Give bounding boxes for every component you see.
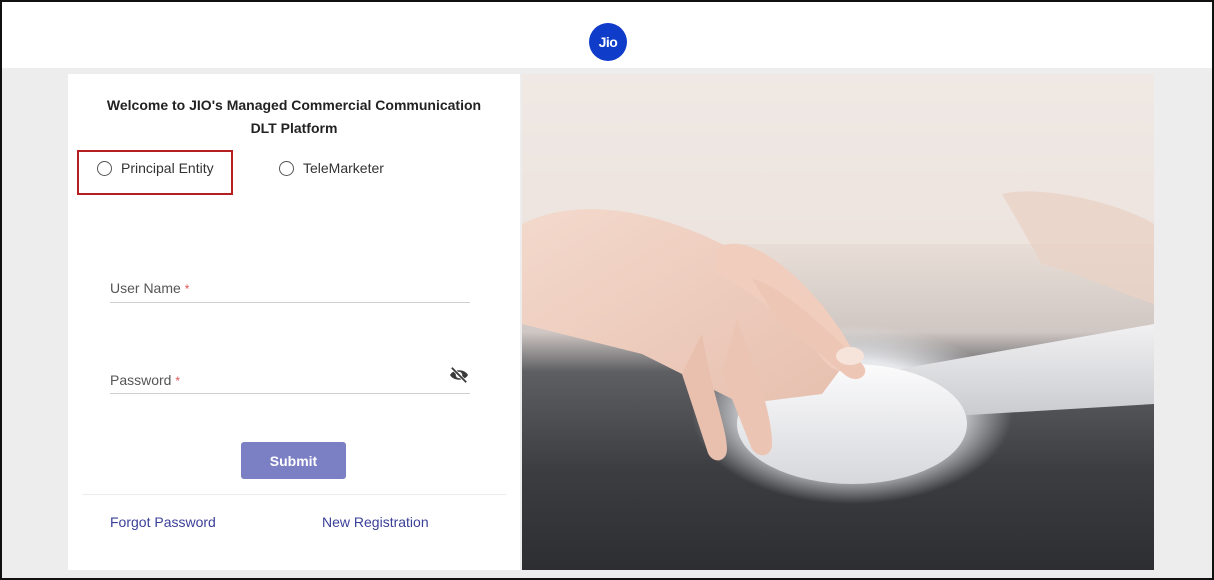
- welcome-heading: Welcome to JIO's Managed Commercial Comm…: [78, 94, 510, 140]
- divider: [82, 494, 506, 495]
- new-registration-link[interactable]: New Registration: [322, 514, 429, 530]
- eye-slash-icon[interactable]: [448, 366, 470, 384]
- username-label: User Name *: [110, 280, 190, 296]
- radio-circle-icon[interactable]: [279, 160, 294, 176]
- radio-label-telemarketer: TeleMarketer: [303, 160, 384, 176]
- top-bar: Jio: [2, 2, 1212, 68]
- radio-circle-icon[interactable]: [97, 160, 112, 176]
- password-field[interactable]: Password *: [110, 366, 470, 394]
- password-label: Password *: [110, 372, 181, 388]
- welcome-line-2: DLT Platform: [250, 120, 338, 136]
- radio-principal-entity[interactable]: Principal Entity: [97, 160, 214, 176]
- radio-telemarketer[interactable]: TeleMarketer: [279, 160, 384, 176]
- login-card: Welcome to JIO's Managed Commercial Comm…: [68, 74, 520, 570]
- hand-on-mouse-illustration: [522, 74, 1154, 484]
- forgot-password-link[interactable]: Forgot Password: [110, 514, 216, 530]
- username-field[interactable]: User Name *: [110, 280, 470, 303]
- jio-logo[interactable]: Jio: [589, 23, 627, 61]
- submit-button[interactable]: Submit: [241, 442, 346, 479]
- welcome-line-1: Welcome to JIO's Managed Commercial Comm…: [106, 97, 482, 113]
- hero-photo: [522, 74, 1154, 570]
- radio-label-principal-entity: Principal Entity: [121, 160, 214, 176]
- page-frame: Jio Welcome to JIO's Managed Commercial …: [0, 0, 1214, 580]
